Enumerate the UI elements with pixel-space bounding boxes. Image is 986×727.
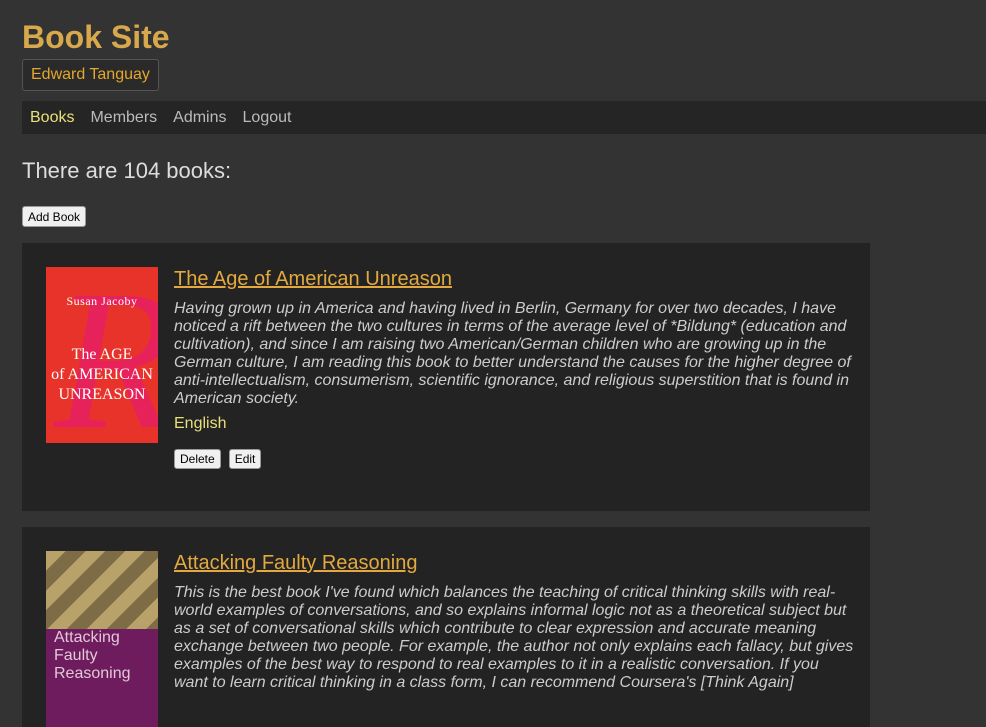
cover-title-line: of AMERICAN [51, 366, 153, 383]
book-description: Having grown up in America and having li… [174, 300, 851, 407]
delete-button[interactable]: Delete [174, 449, 221, 469]
cover-title-line: Attacking [54, 629, 120, 646]
book-card: Attacking Faulty Reasoning Attacking Fau… [22, 527, 870, 727]
book-title-link[interactable]: Attacking Faulty Reasoning [174, 552, 417, 575]
main-nav: Books Members Admins Logout [22, 101, 986, 134]
book-actions: Delete Edit [174, 449, 262, 469]
book-description: This is the best book I've found which b… [174, 584, 854, 691]
cover-title: Attacking Faulty Reasoning [54, 629, 131, 683]
cover-author: Susan Jacoby [66, 294, 138, 308]
nav-item-books[interactable]: Books [30, 109, 74, 127]
site-title: Book Site [22, 19, 170, 55]
book-title-link[interactable]: The Age of American Unreason [174, 268, 452, 291]
nav-item-admins[interactable]: Admins [173, 109, 226, 127]
book-cover-image[interactable]: Attacking Faulty Reasoning [46, 551, 158, 727]
cover-title-line: Faulty [54, 647, 98, 664]
cover-title-line: Reasoning [54, 665, 131, 682]
edit-button[interactable]: Edit [228, 449, 262, 469]
add-book-button[interactable]: Add Book [22, 206, 87, 227]
nav-item-members[interactable]: Members [90, 109, 157, 127]
user-name-badge[interactable]: Edward Tanguay [22, 59, 159, 91]
cover-title-line: UNREASON [58, 386, 146, 403]
book-count-heading: There are 104 books: [22, 158, 232, 183]
nav-item-logout[interactable]: Logout [243, 109, 292, 127]
cover-title: The AGE of AMERICAN UNREASON [46, 345, 158, 405]
book-language: English [174, 415, 227, 432]
cover-title-line: The AGE [71, 346, 133, 363]
book-cover-image[interactable]: R Susan Jacoby The AGE of AMERICAN UNREA… [46, 267, 158, 443]
book-card: R Susan Jacoby The AGE of AMERICAN UNREA… [22, 243, 870, 511]
